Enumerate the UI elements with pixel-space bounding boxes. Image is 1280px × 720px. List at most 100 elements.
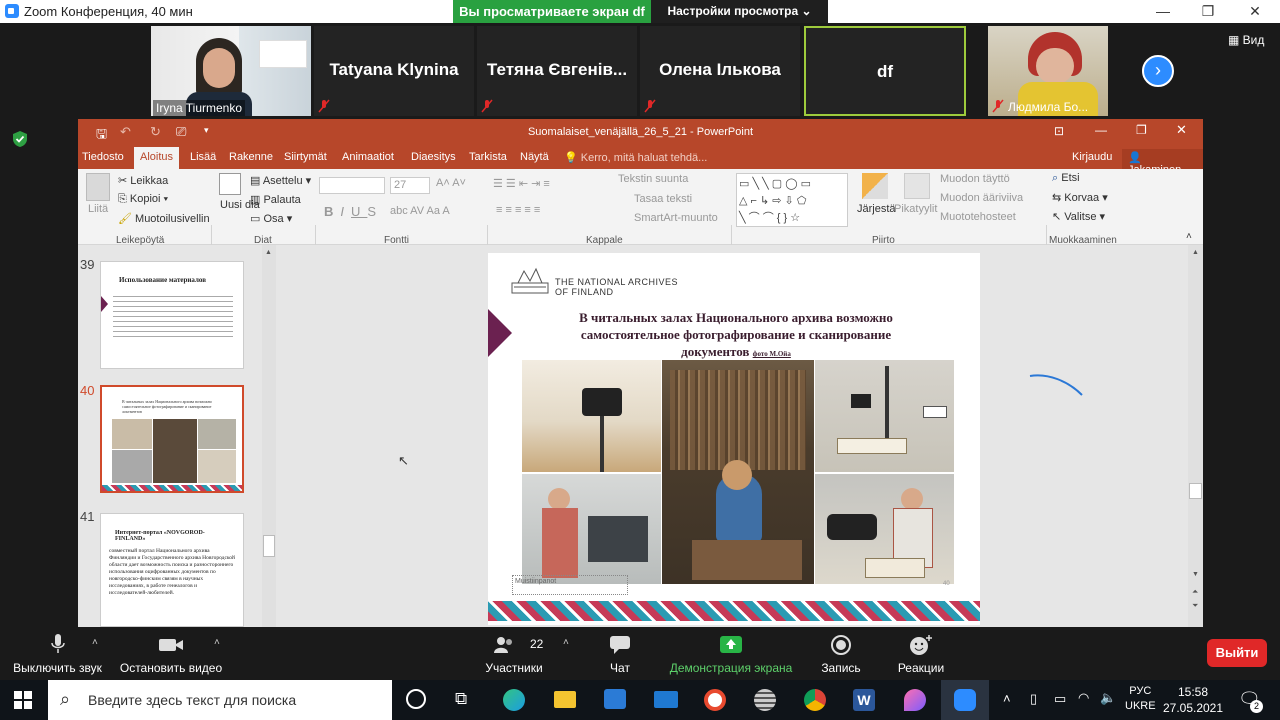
grow-font-icon[interactable]: A˄ A˅ [436, 177, 466, 189]
tab-design[interactable]: Rakenne [229, 151, 273, 163]
participants-button[interactable]: 22 Участники [478, 627, 550, 680]
participant-tile[interactable]: Олена Ількова [640, 26, 800, 116]
shield-icon[interactable] [11, 130, 29, 148]
ppt-restore-icon[interactable]: ❐ [1136, 123, 1147, 137]
scroll-down-icon[interactable]: ▼ [1192, 571, 1199, 578]
paint-icon[interactable] [904, 689, 926, 711]
arrange-icon[interactable] [862, 173, 888, 199]
ppt-close-icon[interactable]: ✕ [1176, 122, 1187, 138]
paste-icon[interactable] [86, 173, 110, 201]
chat-button[interactable]: Чат [595, 627, 645, 680]
close-icon[interactable]: ✕ [1240, 2, 1270, 22]
leave-button[interactable]: Выйти [1207, 639, 1267, 667]
participant-tile[interactable]: Tatyana Klynina [314, 26, 474, 116]
text-direction-button[interactable]: Tekstin suunta [618, 173, 688, 185]
reactions-button[interactable]: Реакции [890, 627, 952, 680]
shape-fill-button[interactable]: Muodon täyttö [940, 173, 1010, 185]
scroll-thumb[interactable] [263, 535, 275, 557]
align-text-button[interactable]: Tasaa teksti [634, 193, 692, 205]
slide-thumbnail[interactable]: Использование материалов [100, 261, 244, 369]
ribbon-display-icon[interactable]: ⊡ [1054, 124, 1064, 138]
tell-me-box[interactable]: 💡 Kerro, mitä haluat tehdä... [564, 151, 707, 164]
scroll-thumb[interactable] [1189, 483, 1202, 499]
find-button[interactable]: ⌕ Etsi [1052, 172, 1080, 185]
participant-tile[interactable]: Iryna Tiurmenko [151, 26, 311, 116]
next-page-button[interactable]: › [1142, 55, 1174, 87]
replace-button[interactable]: ⇆ Korvaa ▾ [1052, 191, 1108, 204]
font-name-input[interactable] [319, 177, 385, 194]
thumb-scrollbar[interactable]: ▲ [262, 245, 276, 627]
tab-review[interactable]: Tarkista [469, 151, 507, 163]
reset-button[interactable]: ▥ Palauta [250, 193, 301, 206]
collapse-ribbon-icon[interactable]: ˄ [1186, 231, 1192, 242]
tab-transitions[interactable]: Siirtymät [284, 151, 327, 163]
tab-file[interactable]: Tiedosto [82, 151, 124, 163]
font-style-buttons[interactable]: BIUS [324, 204, 383, 219]
list-buttons[interactable]: ☰ ☰ ⇤ ⇥ ≡ [493, 177, 550, 190]
prev-slide-icon[interactable]: ⏶ [1192, 587, 1198, 597]
share-screen-button[interactable]: Демонстрация экрана [664, 627, 798, 680]
signin-link[interactable]: Kirjaudu [1072, 151, 1112, 163]
copy-button[interactable]: ⎘ Kopioi ▾ [118, 193, 168, 206]
windows-start-icon[interactable] [14, 691, 32, 709]
language-indicator[interactable]: РУС UKRE [1125, 684, 1156, 714]
participant-tile[interactable]: Людмила Бо... [988, 26, 1108, 116]
layout-button[interactable]: ▤ Asettelu ▾ [250, 174, 311, 187]
scroll-up-icon[interactable]: ▲ [265, 249, 272, 256]
volume-icon[interactable]: 🔈 [1100, 690, 1116, 706]
tab-slideshow[interactable]: Diaesitys [411, 151, 456, 163]
slide-thumbnail[interactable]: Интернет-портал «NOVGOROD-FINLAND» совме… [100, 513, 244, 627]
tab-insert[interactable]: Lisää [190, 151, 216, 163]
task-view-icon[interactable]: ⧉ [455, 689, 467, 709]
store-icon[interactable] [604, 689, 626, 709]
chrome-icon[interactable] [804, 689, 826, 711]
wifi-icon[interactable]: ◠ [1078, 690, 1089, 706]
mail-icon[interactable] [654, 691, 678, 708]
paste-button[interactable]: Liitä [88, 203, 108, 215]
word-icon[interactable]: W [853, 689, 875, 711]
section-button[interactable]: ▭ Osa ▾ [250, 212, 292, 225]
clock[interactable]: 15:58 27.05.2021 [1160, 684, 1226, 716]
media-player-icon[interactable] [704, 689, 726, 711]
phone-icon[interactable]: ▯ [1030, 691, 1037, 707]
slide-thumbnail-selected[interactable]: В читальных залах Национального архива в… [100, 385, 244, 493]
tab-animations[interactable]: Animaatiot [342, 151, 394, 163]
tray-expand-icon[interactable]: ˄ [1003, 691, 1011, 706]
font-color-icon[interactable]: abc AV Aa A [390, 205, 450, 217]
tab-view[interactable]: Näytä [520, 151, 549, 163]
quick-styles-icon[interactable] [904, 173, 930, 199]
scroll-up-icon[interactable]: ▲ [1192, 249, 1199, 256]
stop-video-button[interactable]: Остановить видео [112, 627, 230, 680]
view-options-button[interactable]: Настройки просмотра ⌄ [651, 0, 828, 23]
next-slide-icon[interactable]: ⏷ [1192, 601, 1198, 611]
network-app-icon[interactable] [754, 689, 776, 711]
shapes-gallery[interactable]: ▭ ╲ ╲ ▢ ◯ ▭ △ ⌐ ↳ ⇨ ⇩ ⬠ ╲ ⌒ ⌒ { } ☆ [736, 173, 848, 227]
quick-styles-button[interactable]: Pikatyylit [894, 203, 937, 215]
shape-outline-button[interactable]: Muodon ääriviiva [940, 192, 1023, 204]
restore-icon[interactable]: ❐ [1193, 2, 1223, 22]
mute-button[interactable]: Выключить звук [10, 627, 105, 680]
audio-options-icon[interactable]: ˄ [92, 637, 98, 648]
cortana-icon[interactable] [406, 689, 426, 709]
participant-tile-active[interactable]: df [804, 26, 966, 116]
view-button[interactable]: ▦ Вид [1228, 33, 1264, 47]
participants-options-icon[interactable]: ˄ [563, 637, 569, 648]
slide-canvas[interactable]: THE NATIONAL ARCHIVES OF FINLAND В читаль… [488, 253, 980, 625]
ppt-minimize-icon[interactable]: — [1095, 123, 1107, 137]
edge-icon[interactable] [503, 689, 525, 711]
file-explorer-icon[interactable] [554, 691, 576, 708]
participant-tile[interactable]: Тетяна Євгенів... [477, 26, 637, 116]
main-scrollbar[interactable]: ▲ ▼ ⏶ ⏷ [1188, 245, 1203, 627]
format-painter-button[interactable]: 🖌 Muotoilusivellin [118, 212, 210, 225]
font-size-input[interactable]: 27 [390, 177, 430, 194]
select-button[interactable]: ↖ Valitse ▾ [1052, 210, 1105, 223]
cut-button[interactable]: ✂ Leikkaa [118, 174, 168, 187]
tab-home[interactable]: Aloitus [134, 147, 180, 169]
minimize-icon[interactable]: — [1148, 2, 1178, 22]
record-button[interactable]: Запись [812, 627, 870, 680]
arrange-button[interactable]: Järjestä [857, 203, 896, 215]
zoom-taskbar-button[interactable] [941, 680, 989, 720]
battery-icon[interactable]: ▭ [1054, 691, 1066, 707]
shape-effects-button[interactable]: Muototehosteet [940, 211, 1016, 223]
align-buttons[interactable]: ≡ ≡ ≡ ≡ ≡ [496, 204, 540, 216]
